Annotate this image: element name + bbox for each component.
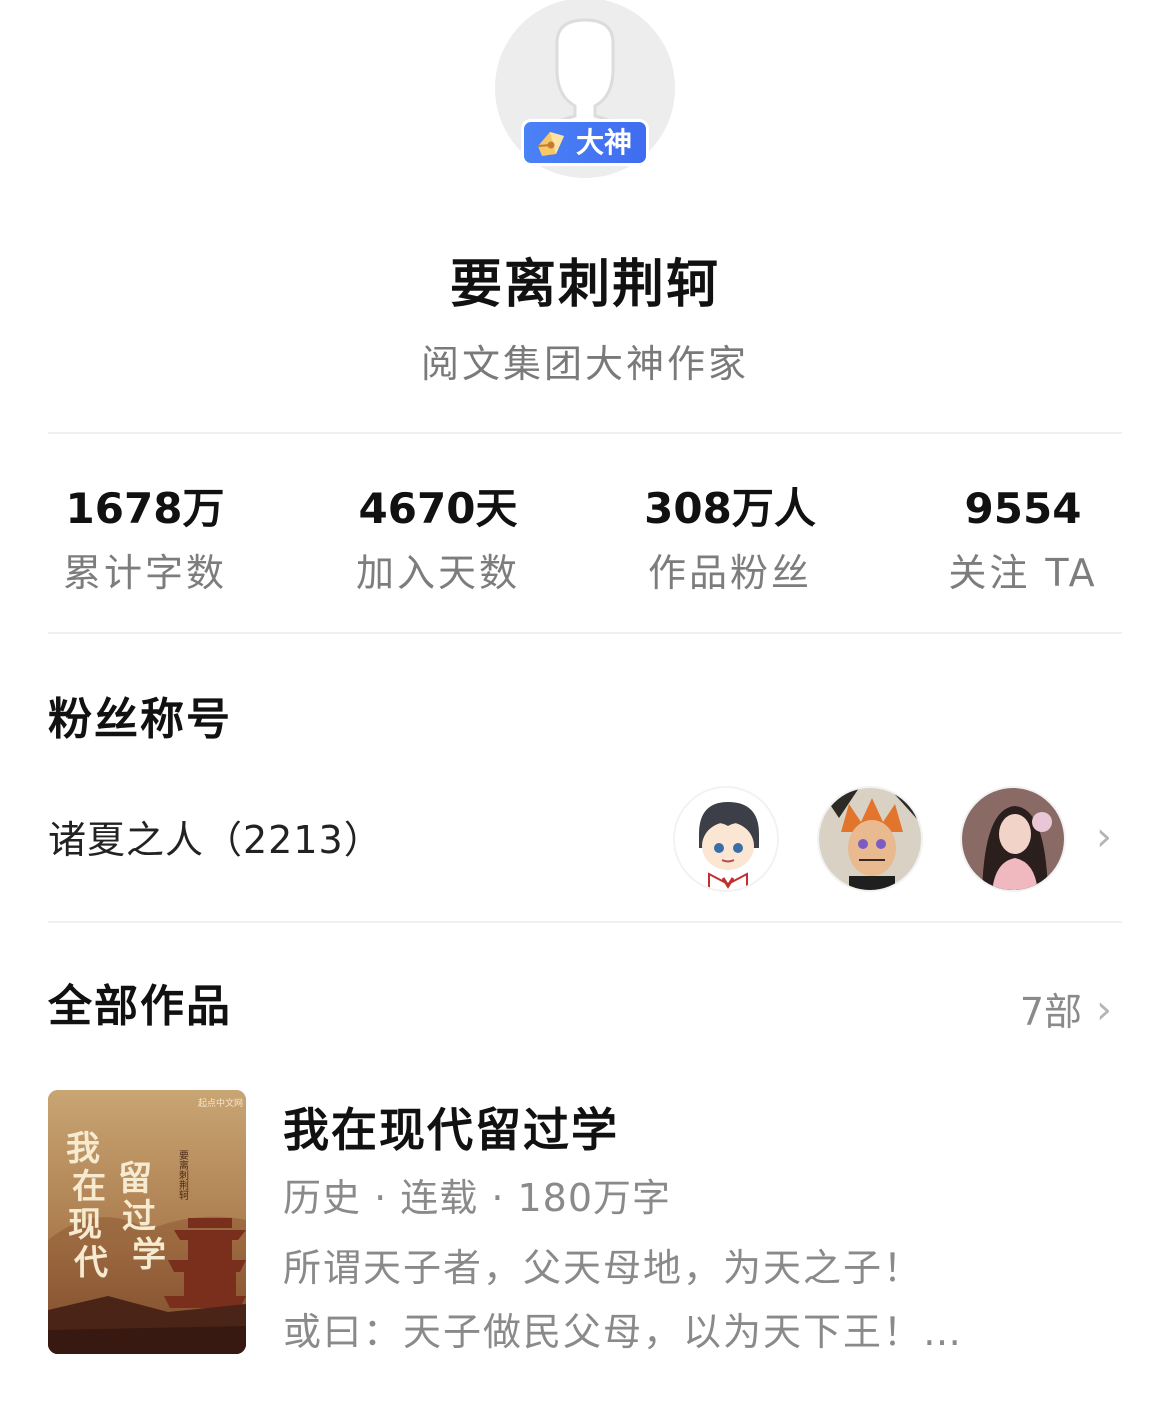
cover-author: 要离刺荆轲 (177, 1150, 189, 1200)
all-works-heading: 全部作品 (48, 981, 232, 1032)
stat-follow[interactable]: 9554 关注 TA (878, 481, 1168, 599)
stat-total-words: 1678万 累计字数 (0, 481, 290, 599)
stat-label: 作品粉丝 (647, 551, 812, 595)
quill-pen-icon (534, 126, 570, 160)
cover-title-char: 代 (73, 1243, 108, 1283)
book-description-line: 所谓天子者，父天母地，为天之子！ (283, 1246, 924, 1290)
stat-label: 加入天数 (355, 551, 520, 595)
book-description-line: 或曰：天子做民父母，以为天下王！… (283, 1310, 964, 1354)
fan-title-chevron-icon[interactable]: › (1096, 812, 1112, 862)
stat-label: 关注 TA (948, 551, 1098, 595)
fan-avatar[interactable] (817, 786, 923, 892)
fan-avatar[interactable] (960, 786, 1066, 892)
works-count[interactable]: 7部 (1020, 986, 1082, 1038)
book-meta: 历史 · 连载 · 180万字 (283, 1176, 672, 1220)
fan-avatar[interactable] (673, 786, 779, 892)
cover-title-char: 过 (122, 1197, 156, 1237)
author-subtitle: 阅文集团大神作家 (420, 342, 749, 386)
cover-title-char: 我 (66, 1129, 100, 1169)
book-cover[interactable]: 起点中文网 我 在 现 代 留 过 学 要离刺荆轲 (48, 1090, 246, 1354)
fan-title-heading: 粉丝称号 (48, 694, 232, 745)
book-title[interactable]: 我在现代留过学 (283, 1100, 619, 1160)
divider (48, 432, 1122, 434)
author-name: 要离刺荆轲 (449, 255, 720, 315)
divider (48, 632, 1122, 634)
cover-publisher: 起点中文网 (198, 1097, 243, 1109)
stat-work-fans: 308万人 作品粉丝 (585, 481, 875, 599)
stat-label: 累计字数 (62, 551, 227, 595)
stat-value: 308万人 (644, 484, 816, 533)
cover-title-char: 留 (118, 1159, 152, 1199)
stat-value: 1678万 (65, 484, 225, 533)
cover-title-char: 现 (68, 1205, 102, 1245)
cover-title-char: 在 (72, 1167, 106, 1207)
fan-title-row-label[interactable]: 诸夏之人（2213） (48, 814, 383, 866)
badge-label: 大神 (576, 126, 633, 159)
stat-join-days: 4670天 加入天数 (293, 481, 583, 599)
cover-title-char: 学 (132, 1235, 166, 1275)
great-god-badge: 大神 (521, 119, 649, 166)
divider (48, 921, 1122, 923)
works-chevron-icon[interactable]: › (1096, 985, 1112, 1035)
stat-value: 9554 (964, 484, 1082, 533)
stat-value: 4670天 (358, 484, 518, 533)
